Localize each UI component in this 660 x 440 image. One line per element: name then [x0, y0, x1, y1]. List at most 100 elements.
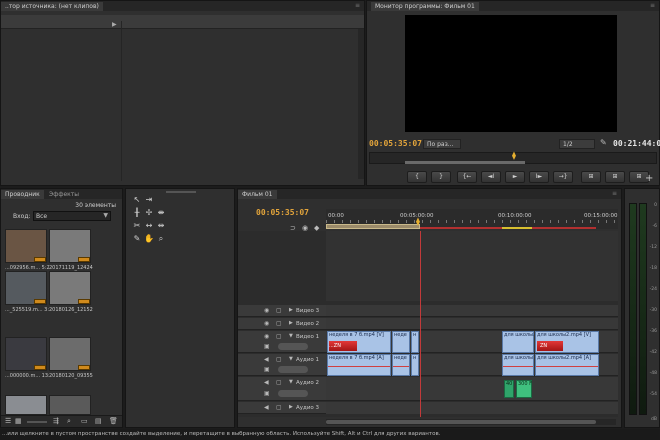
eye-icon[interactable]: ◉ [264, 307, 269, 314]
new-item-icon[interactable]: ▤ [95, 417, 102, 425]
track-audio3[interactable]: ◀ ▢ ▶ Аудио 3 [238, 402, 326, 414]
audio-clip[interactable]: для школы [502, 354, 534, 376]
collapse-arrow-icon[interactable]: ▼ [289, 333, 293, 339]
ripple-edit-tool-icon[interactable]: ╫ [132, 208, 142, 218]
selection-tool-icon[interactable]: ↖ [132, 195, 142, 205]
step-back-button[interactable]: ◄I [481, 171, 501, 183]
video-clip[interactable]: для школы2.mp4 [V] ZN [535, 331, 599, 353]
list-view-icon[interactable]: ☰ [5, 417, 11, 425]
keyframe-toggle[interactable] [278, 366, 308, 373]
icon-view-icon[interactable]: ▦ [15, 417, 22, 425]
tab-timeline[interactable]: Фильм 01 [238, 190, 277, 199]
track-select-tool-icon[interactable]: ⇥ [144, 195, 154, 205]
lock-icon[interactable]: ▢ [276, 320, 282, 327]
tab-browser[interactable]: Проводник [1, 190, 44, 199]
lock-icon[interactable]: ▢ [276, 307, 282, 314]
goto-in-button[interactable]: {← [457, 171, 477, 183]
timeline-current-time[interactable]: 00:05:35:07 [256, 208, 309, 217]
tab-effects[interactable]: Эффекты [45, 190, 83, 199]
goto-out-button[interactable]: →} [553, 171, 573, 183]
audio-clip[interactable]: неделя в 7 б.mp4 [A] [327, 354, 391, 376]
audio-clip[interactable]: 300 F [516, 380, 532, 398]
tab-program-monitor[interactable]: Монитор программы: Фильм 01 [371, 2, 479, 11]
mark-out-button[interactable]: } [431, 171, 451, 183]
panel-menu-icon[interactable]: ≡ [650, 2, 655, 9]
lift-button[interactable]: ⊞ [581, 171, 601, 183]
speaker-icon[interactable]: ◀ [264, 379, 269, 386]
video-clip[interactable]: для школы. [502, 331, 535, 353]
playhead-icon[interactable]: ⧫ [512, 151, 516, 160]
expand-arrow-icon[interactable]: ▶ [289, 307, 293, 313]
rolling-edit-tool-icon[interactable]: ✢ [144, 208, 154, 218]
speaker-icon[interactable]: ◀ [264, 356, 269, 363]
trash-icon[interactable]: 🗑 [109, 417, 118, 425]
panel-menu-icon[interactable]: ≡ [612, 190, 617, 197]
rate-stretch-tool-icon[interactable]: ⇼ [156, 208, 166, 218]
timeline-scrollbar[interactable] [326, 419, 616, 425]
playhead-line[interactable] [420, 231, 421, 417]
mark-in-button[interactable]: { [407, 171, 427, 183]
tab-source-monitor[interactable]: ..тор источника: (нет клипов) [1, 2, 103, 11]
zoom-slider[interactable] [27, 421, 47, 423]
hand-tool-icon[interactable]: ✋ [144, 234, 154, 244]
play-button[interactable]: ► [505, 171, 525, 183]
lock-icon[interactable]: ▢ [276, 379, 282, 386]
program-scrub-bar[interactable]: ⧫ [369, 151, 657, 164]
eye-icon[interactable]: ◉ [264, 333, 269, 340]
razor-tool-icon[interactable]: ✂ [132, 221, 142, 231]
keyframe-toggle[interactable] [278, 343, 308, 350]
expand-arrow-icon[interactable]: ▶ [112, 21, 117, 28]
automate-icon[interactable]: ⇶ [53, 417, 59, 425]
lock-icon[interactable]: ▢ [276, 404, 282, 411]
source-monitor-header [1, 15, 364, 29]
collapse-arrow-icon[interactable]: ▼ [289, 379, 293, 385]
speaker-icon[interactable]: ◀ [264, 404, 269, 411]
fit-dropdown[interactable]: По раз... [423, 139, 461, 149]
eye-icon[interactable]: ◉ [264, 320, 269, 327]
thumbnail-item[interactable] [49, 395, 91, 415]
expand-arrow-icon[interactable]: ▶ [289, 404, 293, 410]
wrench-icon[interactable]: ✎ [600, 138, 607, 147]
panel-menu-icon[interactable]: ≡ [355, 2, 360, 9]
display-style-icon[interactable]: ▣ [264, 366, 270, 373]
time-ruler[interactable]: 00:00 00:05:00:00 00:10:00:00 00:15:00:0… [326, 209, 618, 229]
scroll-thumb[interactable] [326, 420, 596, 424]
track-video3[interactable]: ◉ ▢ ▶ Видео 3 [238, 305, 326, 317]
zoom-tool-icon[interactable]: ⌕ [156, 234, 166, 244]
collapse-arrow-icon[interactable]: ▼ [289, 356, 293, 362]
track-video1[interactable]: ◉ ▢ ▼ Видео 1 ▣ [238, 331, 326, 353]
find-icon[interactable]: ⌕ [67, 417, 71, 426]
audio-clip[interactable]: н [411, 354, 419, 376]
resolution-dropdown[interactable]: 1/2 [559, 139, 595, 149]
playhead-icon[interactable]: ⧫ [416, 217, 420, 226]
step-forward-button[interactable]: I► [529, 171, 549, 183]
lock-icon[interactable]: ▢ [276, 333, 282, 340]
audio-clip[interactable]: для школы2.mp4 [A] [535, 354, 599, 376]
slide-tool-icon[interactable]: ⇹ [156, 221, 166, 231]
slip-tool-icon[interactable]: ↔ [144, 221, 154, 231]
video-clip[interactable]: неделя в 7 б.mp4 [V] ...ZN [327, 331, 391, 353]
work-area-bar[interactable] [326, 224, 420, 229]
pen-tool-icon[interactable]: ✎ [132, 234, 142, 244]
expand-arrow-icon[interactable]: ▶ [289, 320, 293, 326]
display-style-icon[interactable]: ▣ [264, 390, 270, 397]
extract-button[interactable]: ⊞ [605, 171, 625, 183]
track-audio2[interactable]: ◀ ▢ ▼ Аудио 2 ▣ [238, 377, 326, 401]
audio-clip[interactable]: неде [392, 354, 410, 376]
thumbnail-item[interactable] [5, 395, 47, 415]
program-current-time[interactable]: 00:05:35:07 [369, 139, 422, 148]
new-bin-icon[interactable]: ▭ [81, 417, 88, 425]
track-audio1[interactable]: ◀ ▢ ▼ Аудио 1 ▣ [238, 354, 326, 376]
in-filter-dropdown[interactable]: Все ▼ [33, 211, 111, 221]
video-clip[interactable]: н [411, 331, 419, 353]
add-button-icon[interactable]: + [645, 173, 653, 184]
audio-clip[interactable]: 40 [504, 380, 514, 398]
source-scrollbar[interactable] [358, 29, 364, 179]
lock-icon[interactable]: ▢ [276, 356, 282, 363]
track-video2[interactable]: ◉ ▢ ▶ Видео 2 [238, 318, 326, 330]
video-clip[interactable]: неде [392, 331, 410, 353]
zoom-range-bar[interactable] [405, 161, 525, 164]
clip-label: н [413, 355, 417, 361]
display-style-icon[interactable]: ▣ [264, 343, 270, 350]
keyframe-toggle[interactable] [278, 390, 308, 397]
